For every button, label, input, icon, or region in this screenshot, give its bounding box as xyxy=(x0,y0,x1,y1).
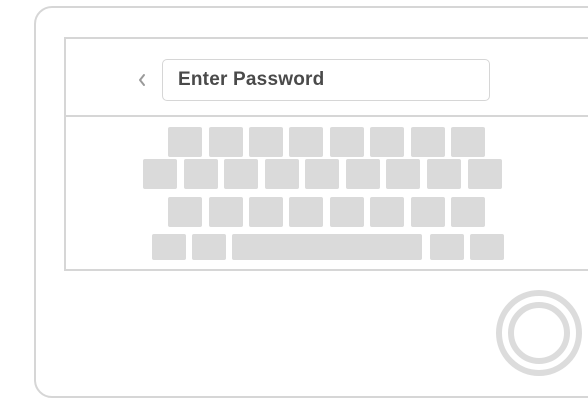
screen-divider xyxy=(66,115,588,117)
chevron-left-icon[interactable] xyxy=(136,73,148,87)
keyboard-key[interactable] xyxy=(451,197,485,227)
keyboard-key[interactable] xyxy=(411,197,445,227)
keyboard-key[interactable] xyxy=(152,234,186,260)
keyboard-key[interactable] xyxy=(249,127,283,157)
keyboard-key[interactable] xyxy=(192,234,226,260)
keyboard-key[interactable] xyxy=(411,127,445,157)
keyboard-key[interactable] xyxy=(168,127,202,157)
keyboard-key[interactable] xyxy=(330,127,364,157)
keyboard-key[interactable] xyxy=(184,159,218,189)
keyboard-key[interactable] xyxy=(468,159,502,189)
home-button-ring xyxy=(508,302,570,364)
keyboard-key[interactable] xyxy=(305,159,339,189)
keyboard-key[interactable] xyxy=(209,127,243,157)
keyboard-key[interactable] xyxy=(143,159,177,189)
keyboard-key[interactable] xyxy=(346,159,380,189)
keyboard-key[interactable] xyxy=(451,127,485,157)
login-screen xyxy=(64,37,588,271)
keyboard-key[interactable] xyxy=(370,127,404,157)
space-key[interactable] xyxy=(232,234,422,260)
keyboard-key[interactable] xyxy=(224,159,258,189)
keyboard-key[interactable] xyxy=(249,197,283,227)
keyboard-key[interactable] xyxy=(289,197,323,227)
keyboard-key[interactable] xyxy=(289,127,323,157)
keyboard-key[interactable] xyxy=(386,159,420,189)
keyboard-key[interactable] xyxy=(265,159,299,189)
keyboard-key[interactable] xyxy=(330,197,364,227)
keyboard-key[interactable] xyxy=(430,234,464,260)
keyboard-key[interactable] xyxy=(168,197,202,227)
keyboard-key[interactable] xyxy=(470,234,504,260)
keyboard-key[interactable] xyxy=(209,197,243,227)
keyboard-key[interactable] xyxy=(427,159,461,189)
keyboard-key[interactable] xyxy=(370,197,404,227)
home-button-icon[interactable] xyxy=(496,290,582,376)
password-input[interactable] xyxy=(162,59,490,101)
